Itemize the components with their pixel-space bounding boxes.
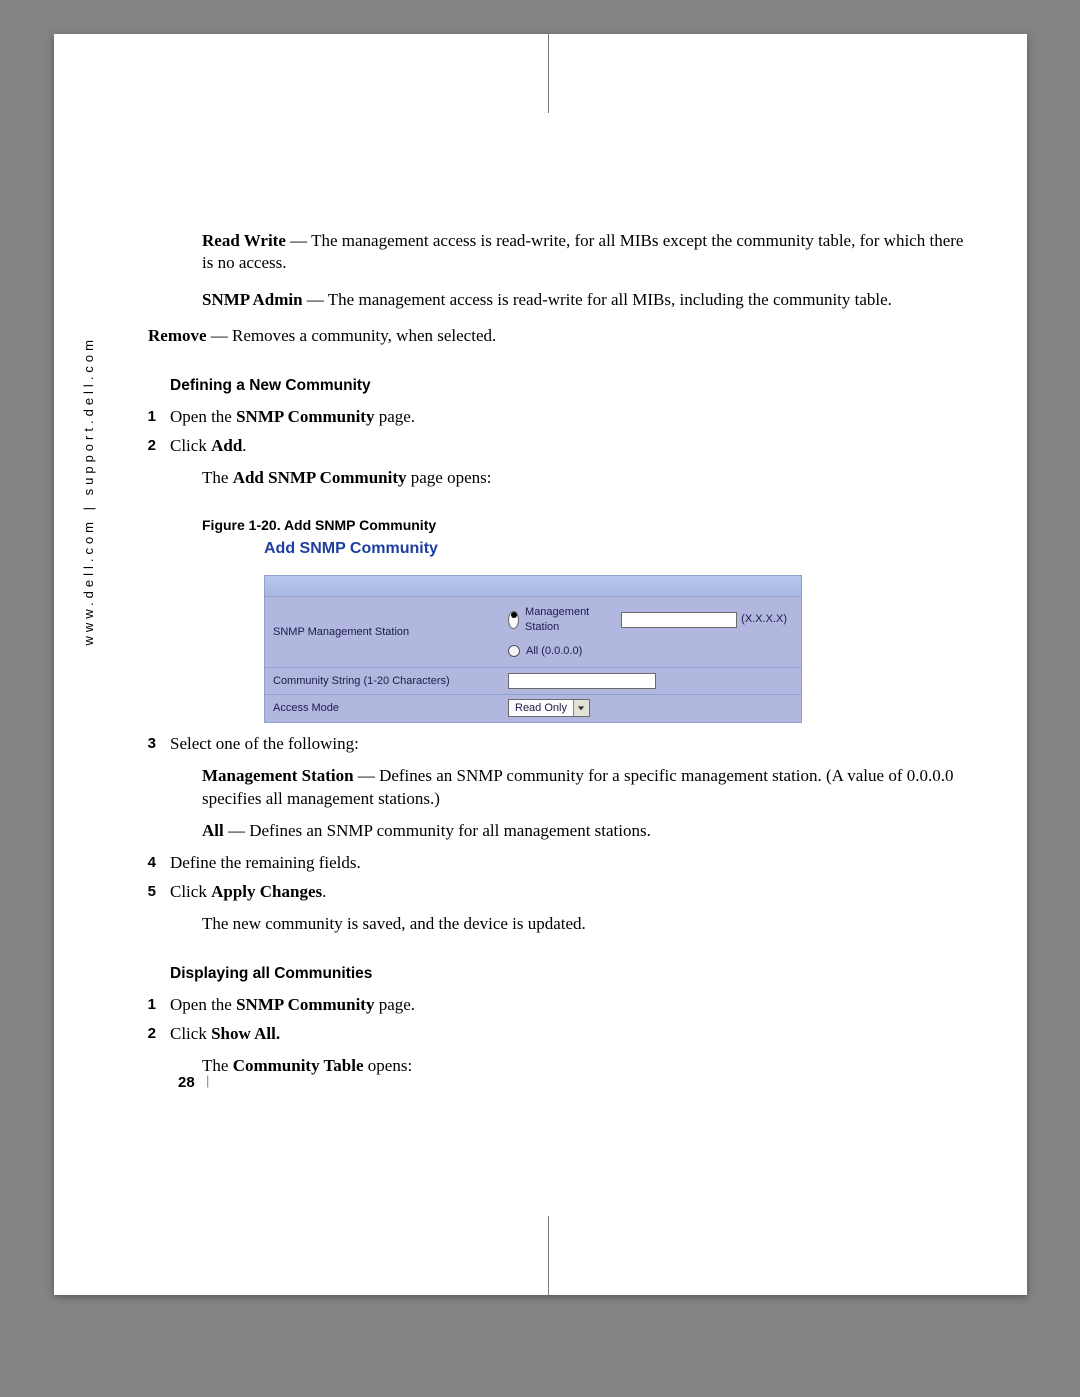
row-label: SNMP Management Station [265, 597, 500, 667]
list-item: 3 Select one of the following: [170, 733, 966, 755]
list-item: 1 Open the SNMP Community page. [170, 994, 966, 1016]
saved-text: The new community is saved, and the devi… [202, 913, 966, 935]
radio-all[interactable] [508, 645, 520, 657]
margin-mark-bottom [548, 1216, 549, 1295]
step-text-post: page. [374, 407, 415, 426]
figure-caption: Figure 1-20. Add SNMP Community [202, 516, 966, 534]
all-text: — Defines an SNMP community for all mana… [224, 821, 651, 840]
side-url: www.dell.com | support.dell.com [81, 336, 96, 645]
management-station-input[interactable] [621, 612, 737, 628]
radio-label-all: All (0.0.0.0) [526, 644, 582, 659]
row-value [500, 668, 801, 695]
list-item: 2 Click Add. [170, 435, 966, 457]
step-number: 5 [138, 882, 156, 902]
readwrite-desc: Read Write — The management access is re… [202, 230, 966, 275]
page-number: 28 [178, 1074, 195, 1091]
row-value: Read Only [500, 695, 801, 722]
table-row: Community String (1-20 Characters) [264, 668, 802, 696]
list-item: 5 Click Apply Changes. [170, 881, 966, 903]
step-text-bold: Show All. [211, 1024, 280, 1043]
heading-displaying: Displaying all Communities [170, 964, 966, 984]
step-number: 2 [138, 1024, 156, 1044]
table-line-bold: Community Table [233, 1056, 364, 1075]
ip-hint: (X.X.X.X) [741, 612, 793, 627]
ms-option: Management Station — Defines an SNMP com… [202, 765, 966, 810]
ms-label: Management Station [202, 766, 354, 785]
step-text-bold: SNMP Community [236, 995, 374, 1014]
all-label: All [202, 821, 224, 840]
table-row: Access Mode Read Only [264, 695, 802, 723]
step-number: 4 [138, 853, 156, 873]
readwrite-text: — The management access is read-write, f… [202, 231, 963, 272]
snmpadmin-label: SNMP Admin [202, 290, 303, 309]
readwrite-label: Read Write [202, 231, 286, 250]
open-line: The Add SNMP Community page opens: [202, 467, 966, 489]
list-item: 1 Open the SNMP Community page. [170, 406, 966, 428]
snmp-toolbar [264, 575, 802, 597]
step-text-pre: Click [170, 436, 211, 455]
content-body: Read Write — The management access is re… [116, 224, 966, 1078]
row-label: Community String (1-20 Characters) [265, 668, 500, 695]
step-text-bold: Add [211, 436, 242, 455]
chevron-down-icon [573, 700, 589, 716]
step-number: 2 [138, 436, 156, 456]
snmpadmin-desc: SNMP Admin — The management access is re… [202, 289, 966, 311]
table-row: SNMP Management Station Management Stati… [264, 597, 802, 668]
step-text: Define the remaining fields. [170, 853, 361, 872]
remove-desc: Remove — Removes a community, when selec… [148, 325, 966, 347]
row-value: Management Station (X.X.X.X) All (0.0.0.… [500, 597, 801, 667]
community-string-input[interactable] [508, 673, 656, 689]
step-text-post: . [242, 436, 246, 455]
margin-mark-top [548, 34, 549, 113]
step-text-pre: Click [170, 882, 211, 901]
list-item: 2 Click Show All. [170, 1023, 966, 1045]
remove-label: Remove [148, 326, 207, 345]
access-mode-select[interactable]: Read Only [508, 699, 590, 717]
step-text: Select one of the following: [170, 734, 359, 753]
footer-divider: | [206, 1073, 209, 1088]
step-number: 3 [138, 734, 156, 754]
open-line-pre: The [202, 468, 233, 487]
step-text-post: page. [374, 995, 415, 1014]
remove-text: — Removes a community, when selected. [207, 326, 497, 345]
list-item: 4 Define the remaining fields. [170, 852, 966, 874]
all-option: All — Defines an SNMP community for all … [202, 820, 966, 842]
open-line-bold: Add SNMP Community [233, 468, 407, 487]
figure-title: Add SNMP Community [264, 538, 966, 559]
open-line-post: page opens: [407, 468, 492, 487]
row-label: Access Mode [265, 695, 500, 722]
step-text-pre: Open the [170, 995, 236, 1014]
access-mode-value: Read Only [509, 700, 573, 716]
step-text-bold: Apply Changes [211, 882, 322, 901]
step-text-post: . [322, 882, 326, 901]
step-text-bold: SNMP Community [236, 407, 374, 426]
table-line-post: opens: [364, 1056, 413, 1075]
step-text-pre: Open the [170, 407, 236, 426]
radio-label-ms: Management Station [525, 605, 617, 634]
page: www.dell.com | support.dell.com Read Wri… [54, 34, 1027, 1295]
step-number: 1 [138, 995, 156, 1015]
radio-management-station[interactable] [508, 611, 519, 629]
snmpadmin-text: — The management access is read-write fo… [303, 290, 892, 309]
snmp-form: SNMP Management Station Management Stati… [264, 575, 802, 723]
heading-defining: Defining a New Community [170, 376, 966, 396]
step-text-pre: Click [170, 1024, 211, 1043]
step-number: 1 [138, 407, 156, 427]
table-line: The Community Table opens: [202, 1055, 966, 1077]
